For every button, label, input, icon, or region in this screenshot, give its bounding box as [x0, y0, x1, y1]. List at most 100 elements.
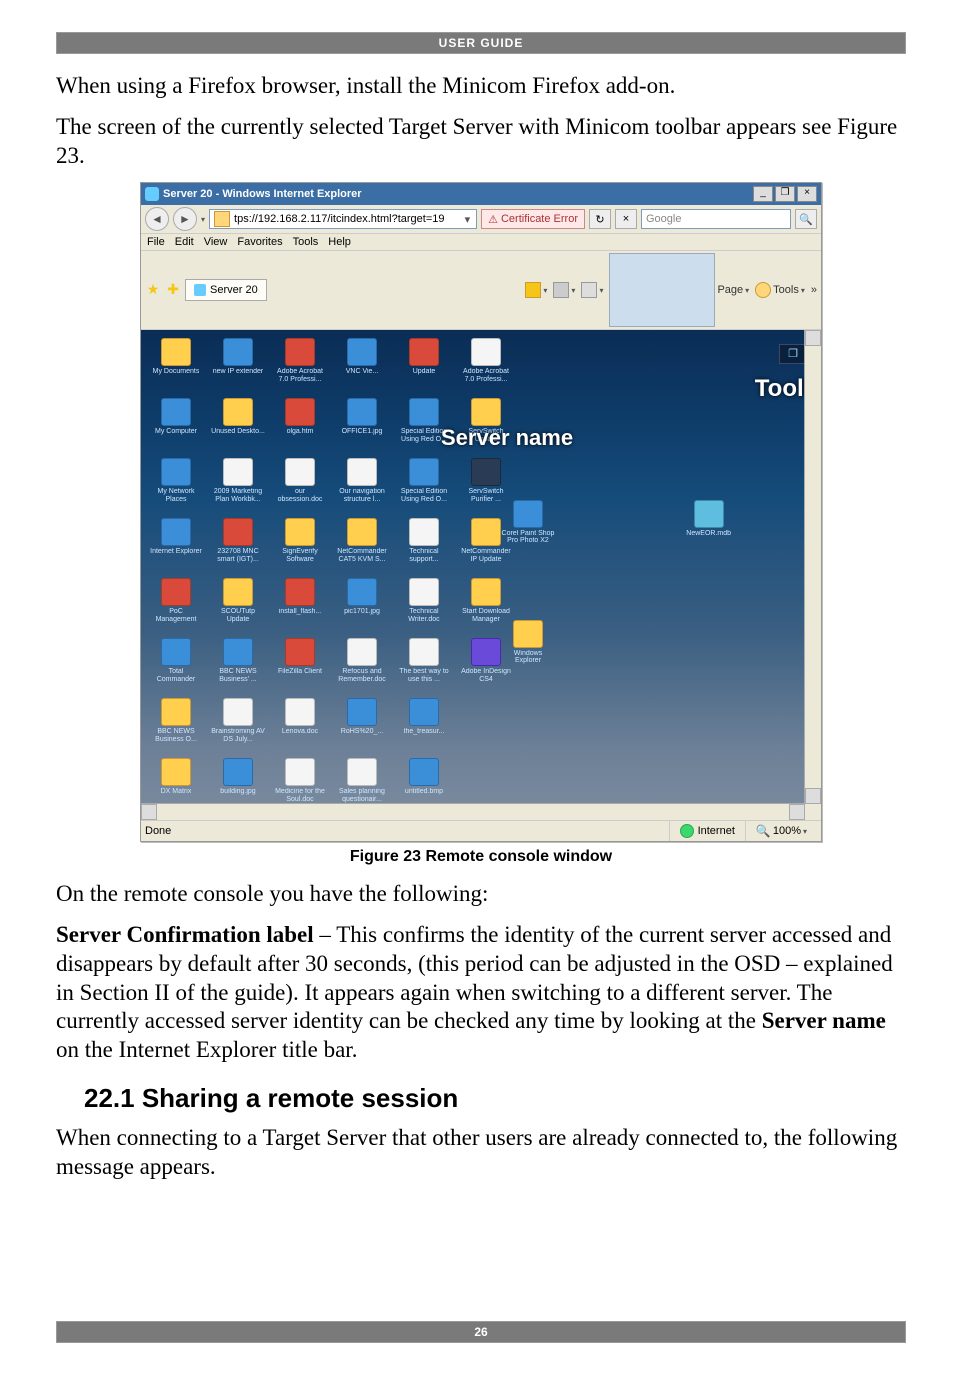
figure-wrapper: Server 20 - Windows Internet Explorer _ … [56, 182, 906, 842]
desktop-icon[interactable]: SCOUTutp Update [211, 578, 265, 634]
desktop-icon[interactable]: BBC NEWS Business O... [149, 698, 203, 754]
desktop-icon[interactable]: olga.htm [273, 398, 327, 454]
remote-desktop[interactable]: My Documents new IP extender Adobe Acrob… [141, 330, 821, 820]
menu-file[interactable]: File [147, 236, 165, 248]
desktop-icon[interactable]: Adobe Acrobat 7.0 Professi... [459, 338, 513, 394]
zoom-icon: 🔍 [756, 824, 771, 838]
desktop-icon[interactable]: our obsession.doc [273, 458, 327, 514]
tools-menu-icon [755, 282, 771, 298]
feeds-button[interactable]: ▾ [553, 282, 575, 298]
menu-help[interactable]: Help [328, 236, 351, 248]
desktop-icon[interactable]: Adobe Acrobat 7.0 Professi... [273, 338, 327, 394]
paragraph-3: On the remote console you have the follo… [56, 880, 906, 909]
feed-dropdown-icon[interactable]: ▾ [571, 286, 575, 295]
menu-favorites[interactable]: Favorites [237, 236, 282, 248]
desktop-icon-my-documents[interactable]: My Documents [149, 338, 203, 394]
desktop-icon[interactable]: Refocus and Remember.doc [335, 638, 389, 694]
home-button[interactable]: ▾ [525, 282, 547, 298]
icon-label: Adobe Acrobat 7.0 Professi... [273, 368, 327, 383]
refresh-button[interactable]: ↻ [589, 209, 611, 229]
desktop-icon[interactable]: new IP extender [211, 338, 265, 394]
icon-label: our obsession.doc [273, 488, 327, 503]
desktop-icon-corel[interactable]: Corel Paint Shop Pro Photo X2 [501, 500, 555, 544]
desktop-icon[interactable]: OFFICE1.jpg [335, 398, 389, 454]
desktop-icon[interactable]: install_flash... [273, 578, 327, 634]
nav-history-dropdown[interactable]: ▾ [201, 215, 205, 224]
zoom-control[interactable]: 🔍 100% ▾ [745, 821, 817, 841]
icon-label: install_flash... [279, 608, 321, 616]
desktop-icon[interactable]: RoHS%20_... [335, 698, 389, 754]
desktop-icon[interactable]: VNC Vie... [335, 338, 389, 394]
zoom-dropdown-icon[interactable]: ▾ [803, 827, 807, 836]
home-dropdown-icon[interactable]: ▾ [543, 286, 547, 295]
menu-tools[interactable]: Tools [293, 236, 319, 248]
desktop-icon[interactable]: Technical Writer.doc [397, 578, 451, 634]
desktop-icon[interactable]: the_treasur... [397, 698, 451, 754]
horizontal-scrollbar[interactable] [141, 803, 805, 820]
app-icon [223, 578, 253, 606]
toolbar-overflow-icon[interactable]: » [811, 284, 817, 296]
add-favorite-icon[interactable]: ✚ [165, 282, 181, 298]
remote-console-screenshot: Server 20 - Windows Internet Explorer _ … [140, 182, 822, 842]
desktop-icon[interactable]: 232708 MNC smart (IGT)... [211, 518, 265, 574]
server-name-badge: Server name [441, 425, 573, 451]
icon-label: Special Edition Using Red O... [397, 488, 451, 503]
menu-view[interactable]: View [204, 236, 228, 248]
desktop-icon[interactable]: BBC NEWS Business' ... [211, 638, 265, 694]
tools-menu-button[interactable]: Tools▾ [755, 282, 805, 298]
desktop-icon[interactable]: Update [397, 338, 451, 394]
tab-label: Server 20 [210, 284, 258, 296]
desktop-icon[interactable]: Lenova.doc [273, 698, 327, 754]
desktop-icon[interactable]: Special Edition Using Red O... [397, 458, 451, 514]
desktop-icon-newocr[interactable]: NewEOR.mdb [686, 500, 731, 537]
close-button[interactable]: × [797, 186, 817, 202]
back-button[interactable]: ◄ [145, 207, 169, 231]
desktop-icon[interactable]: The best way to use this ... [397, 638, 451, 694]
scrollbar-corner [805, 804, 821, 820]
desktop-icon[interactable]: Our navigation structure l... [335, 458, 389, 514]
certificate-error-button[interactable]: ⚠ Certificate Error [481, 209, 585, 229]
menu-edit[interactable]: Edit [175, 236, 194, 248]
desktop-icon[interactable]: Total Commander [149, 638, 203, 694]
desktop-icon[interactable]: Unused Deskto... [211, 398, 265, 454]
icon-label: My Computer [155, 428, 197, 436]
status-done: Done [145, 825, 191, 837]
icon-label: NetCommander IP Update [459, 548, 513, 563]
stop-button[interactable]: × [615, 209, 637, 229]
desktop-icon[interactable]: Brainstroming AV DS July... [211, 698, 265, 754]
desktop-icon-ie[interactable]: Internet Explorer [149, 518, 203, 574]
window-title: Server 20 - Windows Internet Explorer [163, 188, 753, 200]
print-dropdown-icon[interactable]: ▾ [599, 286, 603, 295]
search-go-button[interactable]: 🔍 [795, 209, 817, 229]
favorites-star-icon[interactable]: ★ [145, 282, 161, 298]
desktop-icon-my-network[interactable]: My Network Places [149, 458, 203, 514]
desktop-icon[interactable]: 2009 Marketing Plan Workbk... [211, 458, 265, 514]
window-controls: _ ❐ × [753, 186, 817, 202]
forward-button[interactable]: ► [173, 207, 197, 231]
image-icon [347, 578, 377, 606]
window-titlebar[interactable]: Server 20 - Windows Internet Explorer _ … [141, 183, 821, 205]
print-button[interactable]: ▾ [581, 282, 603, 298]
page-menu-dropdown-icon[interactable]: ▾ [745, 286, 749, 295]
desktop-icon[interactable]: SignEverify Software [273, 518, 327, 574]
file-icon [347, 698, 377, 726]
vertical-scrollbar[interactable] [804, 330, 821, 804]
search-input[interactable]: Google [641, 209, 791, 229]
toolbar-restore-icon[interactable]: ❐ [786, 347, 800, 361]
page-menu-button[interactable]: Page▾ [609, 253, 749, 327]
desktop-icon-win-explorer[interactable]: Windows Explorer [501, 620, 555, 664]
address-input[interactable]: tps://192.168.2.117/itcindex.html?target… [209, 209, 477, 229]
desktop-icon[interactable]: pic1701.jpg [335, 578, 389, 634]
desktop-icon[interactable]: PoC Management [149, 578, 203, 634]
address-dropdown-icon[interactable]: ▾ [463, 213, 473, 226]
browser-tab[interactable]: Server 20 [185, 279, 267, 301]
desktop-icon-my-computer[interactable]: My Computer [149, 398, 203, 454]
desktop-icon[interactable]: NetCommander CAT5 KVM S... [335, 518, 389, 574]
desktop-icon[interactable]: FileZilla Client [273, 638, 327, 694]
restore-button[interactable]: ❐ [775, 186, 795, 202]
tools-menu-dropdown-icon[interactable]: ▾ [801, 286, 805, 295]
minimize-button[interactable]: _ [753, 186, 773, 202]
desktop-icon[interactable]: Technical support... [397, 518, 451, 574]
icon-label: building.jpg [220, 788, 255, 796]
status-zone[interactable]: Internet [669, 821, 745, 841]
